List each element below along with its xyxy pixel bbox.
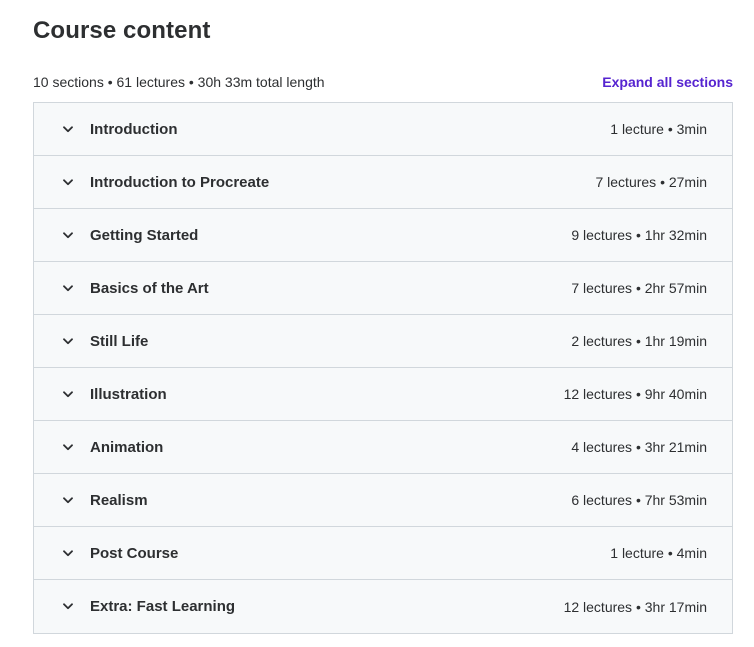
section-meta: 9 lectures • 1hr 32min xyxy=(571,227,707,243)
chevron-down-icon xyxy=(61,281,75,295)
course-content-panel: Course content 10 sections • 61 lectures… xyxy=(0,0,754,647)
section-meta: 2 lectures • 1hr 19min xyxy=(571,333,707,349)
section-meta: 7 lectures • 27min xyxy=(595,174,707,190)
chevron-down-icon xyxy=(61,600,75,614)
section-title: Realism xyxy=(90,491,148,509)
section-meta: 7 lectures • 2hr 57min xyxy=(571,280,707,296)
section-meta: 1 lecture • 3min xyxy=(610,121,707,137)
section-title: Animation xyxy=(90,438,164,456)
section-title: Getting Started xyxy=(90,226,199,244)
section-row[interactable]: Post Course 1 lecture • 4min xyxy=(34,527,732,580)
chevron-down-icon xyxy=(61,334,75,348)
section-row[interactable]: Realism 6 lectures • 7hr 53min xyxy=(34,474,732,527)
section-row[interactable]: Introduction to Procreate 7 lectures • 27… xyxy=(34,156,732,209)
section-title: Introduction to Procreate xyxy=(90,173,270,191)
section-row[interactable]: Animation 4 lectures • 3hr 21min xyxy=(34,421,732,474)
section-title: Still Life xyxy=(90,332,149,350)
chevron-down-icon xyxy=(61,493,75,507)
section-title: Basics of the Art xyxy=(90,279,209,297)
section-title: Post Course xyxy=(90,544,179,562)
section-meta: 12 lectures • 3hr 17min xyxy=(563,598,707,615)
chevron-down-icon xyxy=(61,546,75,560)
section-list: Introduction 1 lecture • 3min Introduction… xyxy=(33,102,733,634)
section-row[interactable]: Introduction 1 lecture • 3min xyxy=(34,103,732,156)
chevron-down-icon xyxy=(61,175,75,189)
section-title: Extra: Fast Learning xyxy=(90,598,236,615)
section-row[interactable]: Still Life 2 lectures • 1hr 19min xyxy=(34,315,732,368)
section-meta: 12 lectures • 9hr 40min xyxy=(563,386,707,402)
section-meta: 6 lectures • 7hr 53min xyxy=(571,492,707,508)
page-title: Course content xyxy=(33,17,211,44)
section-title: Introduction xyxy=(90,120,178,138)
expand-all-sections-button[interactable]: Expand all sections xyxy=(602,74,733,90)
section-meta: 4 lectures • 3hr 21min xyxy=(571,439,707,455)
chevron-down-icon xyxy=(61,387,75,401)
section-meta: 1 lecture • 4min xyxy=(610,545,707,561)
section-row[interactable]: Getting Started 9 lectures • 1hr 32min xyxy=(34,209,732,262)
summary-row: 10 sections • 61 lectures • 30h 33m tota… xyxy=(33,73,733,91)
section-row[interactable]: Illustration 12 lectures • 9hr 40min xyxy=(34,368,732,421)
chevron-down-icon xyxy=(61,122,75,136)
section-row[interactable]: Basics of the Art 7 lectures • 2hr 57min xyxy=(34,262,732,315)
section-title: Illustration xyxy=(90,385,167,403)
chevron-down-icon xyxy=(61,228,75,242)
course-summary: 10 sections • 61 lectures • 30h 33m tota… xyxy=(33,74,325,90)
section-row[interactable]: Extra: Fast Learning 12 lectures • 3hr 17… xyxy=(34,580,732,633)
chevron-down-icon xyxy=(61,440,75,454)
